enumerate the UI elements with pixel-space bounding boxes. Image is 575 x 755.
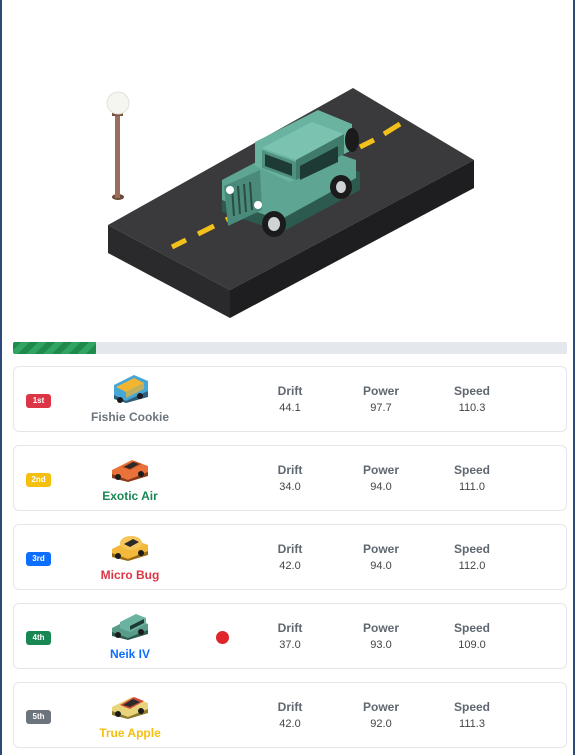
speed-stat: Speed 109.0: [437, 621, 507, 651]
speed-value: 112.0: [458, 560, 486, 572]
speed-label: Speed: [453, 542, 490, 556]
power-stat: Power 97.7: [346, 384, 416, 414]
rank-badge: 1st: [26, 394, 51, 408]
rank-badge: 2nd: [26, 473, 51, 487]
drift-stat: Drift 34.0: [255, 463, 325, 493]
speed-stat: Speed 111.3: [437, 700, 507, 730]
power-label: Power: [362, 700, 399, 714]
drift-label: Drift: [277, 700, 303, 714]
power-value: 92.0: [370, 718, 392, 730]
jeep-icon: [112, 614, 148, 640]
drift-value: 42.0: [279, 718, 301, 730]
drift-value: 34.0: [279, 481, 301, 493]
race-progress-fill: [13, 342, 97, 354]
power-value: 94.0: [370, 481, 392, 493]
speed-value: 109.0: [458, 639, 486, 651]
leaderboard-row[interactable]: 1st Fishie Cookie Drift 44.1 Power 97.7 …: [13, 366, 567, 432]
speed-label: Speed: [453, 384, 490, 398]
power-stat: Power 94.0: [346, 463, 416, 493]
power-value: 93.0: [370, 639, 392, 651]
drift-label: Drift: [277, 542, 303, 556]
speed-value: 110.3: [458, 402, 486, 414]
race-scene: [106, 88, 474, 318]
hatchback-car-icon: [112, 697, 148, 719]
rank-badge: 4th: [26, 631, 51, 645]
leaderboard-row[interactable]: 4th Neik IV Drift 37.0 Power 93.0 Speed …: [13, 603, 567, 669]
rank-badge: 5th: [26, 710, 51, 724]
drift-label: Drift: [277, 463, 303, 477]
drift-stat: Drift 42.0: [255, 542, 325, 572]
leaderboard-row[interactable]: 3rd Micro Bug Drift 42.0 Power 94.0 Spee…: [13, 524, 567, 590]
car-name: Exotic Air: [102, 489, 158, 503]
drift-value: 37.0: [279, 639, 301, 651]
power-label: Power: [362, 621, 399, 635]
car-name: True Apple: [99, 726, 161, 740]
power-label: Power: [362, 463, 399, 477]
power-stat: Power 94.0: [346, 542, 416, 572]
rank-badge: 3rd: [26, 552, 51, 566]
race-progress-bar: [13, 342, 567, 354]
drift-label: Drift: [277, 384, 303, 398]
car-name: Neik IV: [109, 647, 151, 661]
speed-value: 111.0: [459, 481, 485, 493]
speed-stat: Speed 111.0: [437, 463, 507, 493]
power-stat: Power 92.0: [346, 700, 416, 730]
power-label: Power: [362, 542, 399, 556]
speed-label: Speed: [453, 621, 490, 635]
street-lamp-icon: [106, 91, 130, 200]
drift-label: Drift: [277, 621, 303, 635]
power-stat: Power 93.0: [346, 621, 416, 651]
food-truck-icon: [114, 375, 148, 403]
power-value: 97.7: [370, 402, 392, 414]
beetle-car-icon: [112, 536, 148, 561]
speed-label: Speed: [453, 463, 490, 477]
drift-stat: Drift 37.0: [255, 621, 325, 651]
speed-stat: Speed 112.0: [437, 542, 507, 572]
sports-car-icon: [112, 460, 148, 482]
power-label: Power: [362, 384, 399, 398]
speed-value: 111.3: [459, 718, 485, 730]
drift-stat: Drift 44.1: [255, 384, 325, 414]
car-name: Micro Bug: [100, 568, 160, 582]
drift-value: 42.0: [279, 560, 301, 572]
leaderboard-row[interactable]: 2nd Exotic Air Drift 34.0 Power 94.0 Spe…: [13, 445, 567, 511]
power-value: 94.0: [370, 560, 392, 572]
speed-stat: Speed 110.3: [437, 384, 507, 414]
player-marker-icon: [216, 631, 229, 644]
speed-label: Speed: [453, 700, 490, 714]
car-name: Fishie Cookie: [90, 410, 170, 424]
drift-value: 44.1: [279, 402, 301, 414]
drift-stat: Drift 42.0: [255, 700, 325, 730]
leaderboard-row[interactable]: 5th True Apple Drift 42.0 Power 92.0 Spe…: [13, 682, 567, 748]
